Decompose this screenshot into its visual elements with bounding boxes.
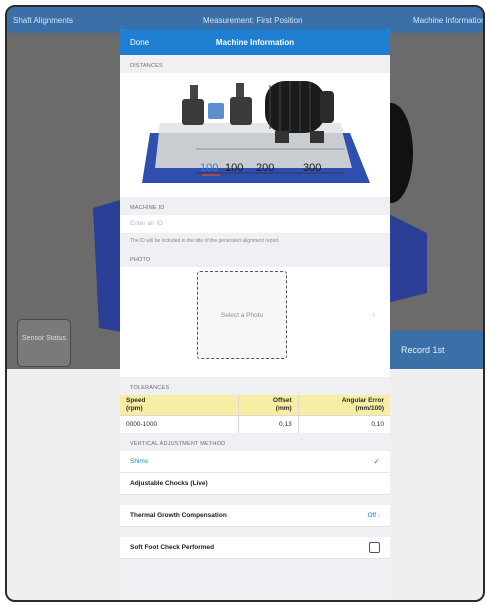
tolerances-table: Speed (rpm) Offset (mm) Angular Error (m…	[120, 395, 390, 433]
thermal-growth-value: Off	[367, 512, 377, 519]
select-photo-button[interactable]: Select a Photo	[197, 271, 287, 359]
distance-label-3[interactable]: 200	[256, 162, 274, 174]
distance-label-1[interactable]: 100	[200, 162, 218, 174]
speed-value: 0000-1000	[120, 415, 240, 433]
photo-header: PHOTO	[130, 257, 151, 263]
distances-header: DISTANCES	[130, 63, 163, 69]
method-shims-label: Shims	[130, 458, 149, 465]
record-first-button[interactable]: Record 1st	[387, 331, 483, 369]
checkbox-icon[interactable]	[369, 542, 380, 553]
thermal-growth-label: Thermal Growth Compensation	[130, 512, 227, 519]
machine-information-link[interactable]: Machine Information	[413, 16, 483, 25]
thermal-growth-row[interactable]: Thermal Growth Compensation Off ›	[120, 505, 390, 527]
device-frame: Shaft Alignments Measurement: First Posi…	[5, 5, 485, 602]
machine-distance-diagram[interactable]: 100 100 200 300	[120, 73, 390, 197]
column-angular: Angular Error (mm/100)	[298, 395, 390, 416]
angular-value: 0,10	[298, 415, 390, 433]
vertical-adjustment-header: VERTICAL ADJUSTMENT METHOD	[130, 441, 226, 447]
method-chocks-option[interactable]: Adjustable Chocks (Live)	[120, 473, 390, 495]
select-photo-label: Select a Photo	[220, 312, 264, 319]
tolerances-header: TOLERANCES	[130, 385, 170, 391]
distance-label-4[interactable]: 300	[303, 162, 321, 174]
chevron-right-icon: ›	[372, 309, 375, 319]
soft-foot-label: Soft Foot Check Performed	[130, 544, 215, 551]
background-title: Measurement: First Position	[203, 16, 303, 25]
machine-information-sheet: Done Machine Information DISTANCES 100 1…	[120, 29, 390, 600]
column-speed: Speed (rpm)	[120, 395, 240, 416]
soft-foot-row[interactable]: Soft Foot Check Performed	[120, 537, 390, 559]
distance-label-2[interactable]: 100	[225, 162, 243, 174]
machine-id-header: MACHINE ID	[130, 205, 165, 211]
method-shims-option[interactable]: Shims ✓	[120, 451, 390, 473]
sensor-status-button[interactable]: Sensor Status	[17, 319, 71, 367]
machine-id-input[interactable]: Enter an ID	[120, 215, 390, 233]
back-link[interactable]: Shaft Alignments	[13, 16, 73, 25]
machine-id-note: The ID will be included in the title of …	[130, 238, 280, 244]
sheet-title: Machine Information	[215, 38, 295, 47]
photo-section: Select a Photo ›	[120, 267, 390, 377]
offset-value: 0,13	[238, 415, 299, 433]
method-chocks-label: Adjustable Chocks (Live)	[130, 480, 208, 487]
column-offset: Offset (mm)	[238, 395, 299, 416]
checkmark-icon: ✓	[373, 457, 380, 466]
chevron-right-icon: ›	[377, 512, 380, 519]
table-row[interactable]: 0000-1000 0,13 0,10	[120, 415, 390, 433]
sheet-nav-bar: Done Machine Information	[120, 29, 390, 55]
